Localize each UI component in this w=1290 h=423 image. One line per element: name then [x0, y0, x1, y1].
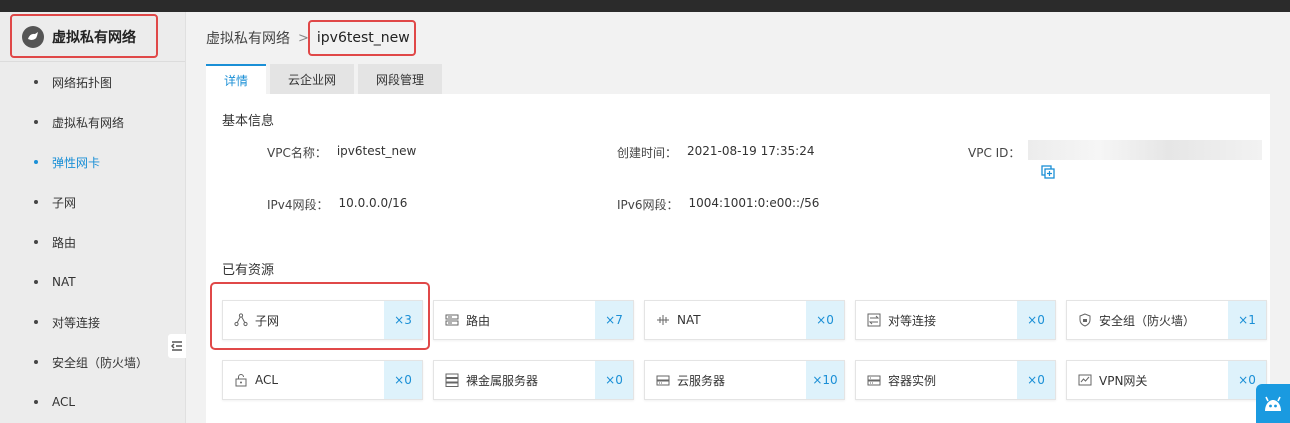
vpc-name-value: ipv6test_new — [336, 144, 417, 158]
resources-title: 已有资源 — [222, 263, 275, 278]
ipv4-cidr-label: IPv4网段： — [267, 198, 329, 212]
resource-card-cloud-server[interactable]: 云服务器 ×10 — [644, 360, 845, 400]
cloud-server-icon — [655, 372, 671, 388]
route-icon — [444, 312, 460, 328]
bullet-icon — [34, 120, 38, 124]
tab-cloud-enterprise-network[interactable]: 云企业网 — [270, 64, 355, 94]
lock-icon — [233, 372, 249, 388]
vpc-id-redacted — [1028, 140, 1262, 160]
sidebar-item-label: 路由 — [52, 235, 77, 250]
highlight-box — [10, 14, 158, 58]
tab-details[interactable]: 详情 — [206, 64, 267, 94]
ipv4-cidr-field: IPv4网段： 10.0.0.0/16 — [267, 196, 407, 213]
resource-label: NAT — [677, 313, 701, 327]
vpc-name-label: VPC名称： — [267, 146, 327, 160]
tab-bar: 详情 云企业网 网段管理 — [206, 64, 446, 94]
resource-count: ×0 — [384, 361, 422, 399]
resource-card-vpn[interactable]: VPN网关 ×0 — [1066, 360, 1267, 400]
resource-label: VPN网关 — [1099, 373, 1148, 388]
sidebar-item-label: ACL — [52, 395, 76, 409]
sidebar-item-label: 弹性网卡 — [52, 155, 101, 170]
resource-label: 容器实例 — [888, 373, 937, 388]
sidebar-item-eni[interactable]: 弹性网卡 — [0, 152, 186, 172]
resource-count: ×7 — [595, 301, 633, 339]
top-bar — [0, 0, 1290, 12]
vpc-id-label: VPC ID： — [968, 146, 1021, 160]
resource-card-route[interactable]: 路由 ×7 — [433, 300, 634, 340]
resource-count: ×0 — [1017, 301, 1055, 339]
ipv4-cidr-value: 10.0.0.0/16 — [338, 196, 408, 210]
resource-label: 安全组（防火墙） — [1099, 313, 1196, 328]
sidebar-item-topology[interactable]: 网络拓扑图 — [0, 72, 186, 92]
nat-icon — [655, 312, 671, 328]
resource-card-baremetal[interactable]: 裸金属服务器 ×0 — [433, 360, 634, 400]
sidebar-item-route[interactable]: 路由 — [0, 232, 186, 252]
container-icon — [866, 372, 882, 388]
ipv6-cidr-field: IPv6网段： 1004:1001:0:e00::/56 — [617, 196, 819, 213]
resource-label: 裸金属服务器 — [466, 373, 539, 388]
sidebar-item-subnet[interactable]: 子网 — [0, 192, 186, 212]
vpn-gateway-icon — [1077, 372, 1093, 388]
copy-icon[interactable] — [1041, 164, 1055, 179]
resource-card-acl[interactable]: ACL ×0 — [222, 360, 423, 400]
main-content: 虚拟私有网络 > ipv6test_new 详情 云企业网 网段管理 基本信息 … — [186, 12, 1290, 423]
ipv6-cidr-label: IPv6网段： — [617, 198, 679, 212]
resource-count: ×0 — [1017, 361, 1055, 399]
chat-assistant-button[interactable] — [1256, 384, 1290, 423]
resource-count: ×10 — [806, 361, 844, 399]
bullet-icon — [34, 280, 38, 284]
sidebar-header[interactable]: 虚拟私有网络 — [0, 12, 185, 62]
sidebar-item-peering[interactable]: 对等连接 — [0, 312, 186, 332]
highlight-box — [308, 20, 416, 56]
resource-label: 云服务器 — [677, 373, 726, 388]
created-time-field: 创建时间： 2021-08-19 17:35:24 — [617, 144, 814, 161]
highlight-box — [210, 282, 430, 350]
resource-card-container[interactable]: 容器实例 ×0 — [855, 360, 1056, 400]
sidebar-item-vpc[interactable]: 虚拟私有网络 — [0, 112, 186, 132]
bullet-icon — [34, 200, 38, 204]
bullet-icon — [34, 80, 38, 84]
sidebar-item-label: 虚拟私有网络 — [52, 115, 125, 130]
bullet-icon — [34, 320, 38, 324]
resource-count: ×0 — [595, 361, 633, 399]
sidebar-item-label: 网络拓扑图 — [52, 75, 113, 90]
resource-card-nat[interactable]: NAT ×0 — [644, 300, 845, 340]
resource-count: ×1 — [1228, 301, 1266, 339]
bullet-icon — [34, 160, 38, 164]
peering-icon — [866, 312, 882, 328]
shield-icon — [1077, 312, 1093, 328]
bullet-icon — [34, 360, 38, 364]
chat-icon — [1265, 396, 1281, 411]
bullet-icon — [34, 400, 38, 404]
basic-info-title: 基本信息 — [222, 114, 275, 129]
resource-card-peering[interactable]: 对等连接 ×0 — [855, 300, 1056, 340]
sidebar-item-label: NAT — [52, 275, 76, 289]
bullet-icon — [34, 240, 38, 244]
vpc-name-field: VPC名称： ipv6test_new — [267, 144, 416, 161]
created-time-label: 创建时间： — [617, 146, 678, 160]
baremetal-server-icon — [444, 372, 460, 388]
sidebar-item-label: 子网 — [52, 195, 77, 210]
resource-label: 路由 — [466, 313, 491, 328]
collapse-icon — [171, 341, 182, 351]
created-time-value: 2021-08-19 17:35:24 — [687, 144, 815, 158]
ipv6-cidr-value: 1004:1001:0:e00::/56 — [688, 196, 820, 210]
resource-label: 对等连接 — [888, 313, 937, 328]
vpc-id-field: VPC ID： — [968, 144, 1030, 161]
breadcrumb-root-link[interactable]: 虚拟私有网络 — [206, 28, 290, 48]
details-panel: 基本信息 VPC名称： ipv6test_new 创建时间： 2021-08-1… — [206, 94, 1270, 423]
sidebar-item-acl[interactable]: ACL — [0, 392, 186, 412]
sidebar-collapse-handle[interactable] — [168, 334, 186, 358]
sidebar-item-label: 安全组（防火墙） — [52, 355, 149, 370]
sidebar: 虚拟私有网络 网络拓扑图 虚拟私有网络 弹性网卡 子网 路由 NAT 对等连接 … — [0, 12, 186, 423]
tab-cidr-management[interactable]: 网段管理 — [358, 64, 443, 94]
sidebar-item-nat[interactable]: NAT — [0, 272, 186, 292]
resource-count: ×0 — [806, 301, 844, 339]
sidebar-item-security-group[interactable]: 安全组（防火墙） — [0, 352, 186, 372]
resource-card-security-group[interactable]: 安全组（防火墙） ×1 — [1066, 300, 1267, 340]
resource-label: ACL — [255, 373, 279, 387]
sidebar-item-label: 对等连接 — [52, 315, 101, 330]
